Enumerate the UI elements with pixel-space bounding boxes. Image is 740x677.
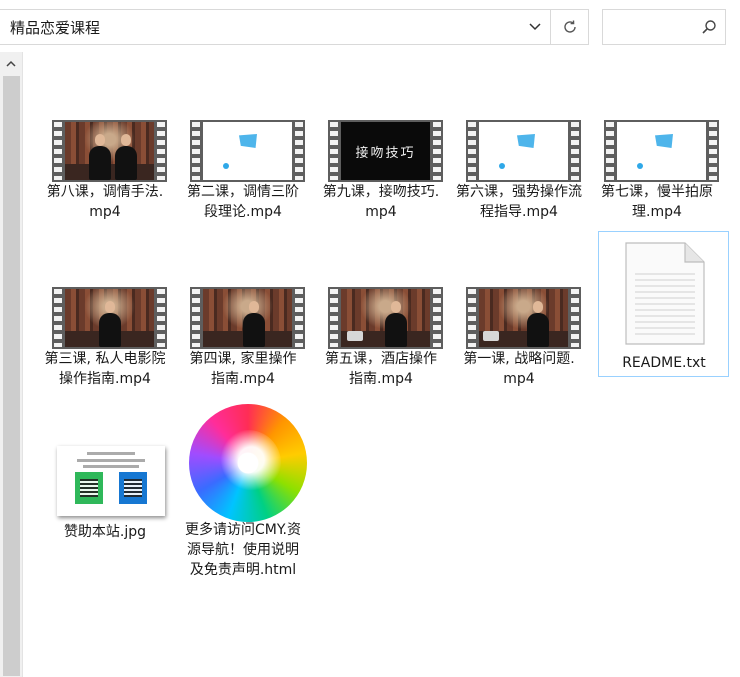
file-item[interactable]: 接吻技巧 第九课，接吻技巧.mp4 xyxy=(317,112,445,262)
file-name[interactable]: 第七课，慢半拍原理.mp4 xyxy=(597,182,717,222)
vertical-scrollbar[interactable] xyxy=(0,52,22,677)
video-thumbnail xyxy=(455,112,583,182)
search-input[interactable] xyxy=(609,16,703,40)
thumbnail-caption: 接吻技巧 xyxy=(355,146,416,161)
browser-html-icon xyxy=(189,404,307,522)
address-bar[interactable]: 精品恋爱课程 xyxy=(0,9,589,45)
file-name[interactable]: 第六课，强势操作流程指导.mp4 xyxy=(455,182,583,222)
file-item[interactable]: 第三课, 私人电影院操作指南.mp4 xyxy=(41,279,169,429)
image-thumbnail xyxy=(57,446,165,516)
pane-divider xyxy=(22,52,23,677)
scrollbar-thumb[interactable] xyxy=(3,76,20,676)
video-thumbnail xyxy=(593,112,721,182)
chevron-up-icon[interactable] xyxy=(0,52,22,74)
file-name[interactable]: 第五课，酒店操作指南.mp4 xyxy=(321,349,441,389)
file-item[interactable]: README.txt xyxy=(598,231,729,377)
file-name[interactable]: 第二课，调情三阶段理论.mp4 xyxy=(183,182,303,222)
video-thumbnail xyxy=(41,279,169,349)
file-item[interactable]: 第二课，调情三阶段理论.mp4 xyxy=(179,112,307,262)
chevron-down-icon[interactable] xyxy=(520,10,550,44)
file-name[interactable]: 赞助本站.jpg xyxy=(45,522,165,542)
video-thumbnail xyxy=(179,112,307,182)
search-icon[interactable] xyxy=(701,19,717,39)
file-name[interactable]: 第三课, 私人电影院操作指南.mp4 xyxy=(41,349,169,389)
file-name[interactable]: 第一课, 战略问题.mp4 xyxy=(459,349,579,389)
file-item[interactable]: 第五课，酒店操作指南.mp4 xyxy=(317,279,445,429)
file-name[interactable]: 第四课, 家里操作指南.mp4 xyxy=(183,349,303,389)
file-item[interactable]: 更多请访问CMY.资源导航！使用说明及免责声明.html xyxy=(179,400,307,600)
file-name[interactable]: 更多请访问CMY.资源导航！使用说明及免责声明.html xyxy=(183,520,303,580)
video-thumbnail xyxy=(41,112,169,182)
search-box[interactable] xyxy=(602,9,726,45)
file-name[interactable]: 第八课，调情手法.mp4 xyxy=(45,182,165,222)
file-item[interactable]: 赞助本站.jpg xyxy=(41,418,169,558)
video-thumbnail xyxy=(455,279,583,349)
file-name[interactable]: 第九课，接吻技巧.mp4 xyxy=(321,182,441,222)
file-item[interactable]: 第一课, 战略问题.mp4 xyxy=(455,279,583,429)
address-path[interactable]: 精品恋爱课程 xyxy=(10,10,100,46)
text-file-icon xyxy=(625,242,705,345)
file-item[interactable]: 第六课，强势操作流程指导.mp4 xyxy=(455,112,583,262)
video-thumbnail xyxy=(317,279,445,349)
file-item[interactable]: 第八课，调情手法.mp4 xyxy=(41,112,169,262)
video-thumbnail: 接吻技巧 xyxy=(317,112,445,182)
video-thumbnail xyxy=(179,279,307,349)
file-name[interactable]: README.txt xyxy=(604,353,724,373)
explorer-toolbar: 精品恋爱课程 xyxy=(0,0,740,56)
refresh-icon[interactable] xyxy=(551,10,588,44)
